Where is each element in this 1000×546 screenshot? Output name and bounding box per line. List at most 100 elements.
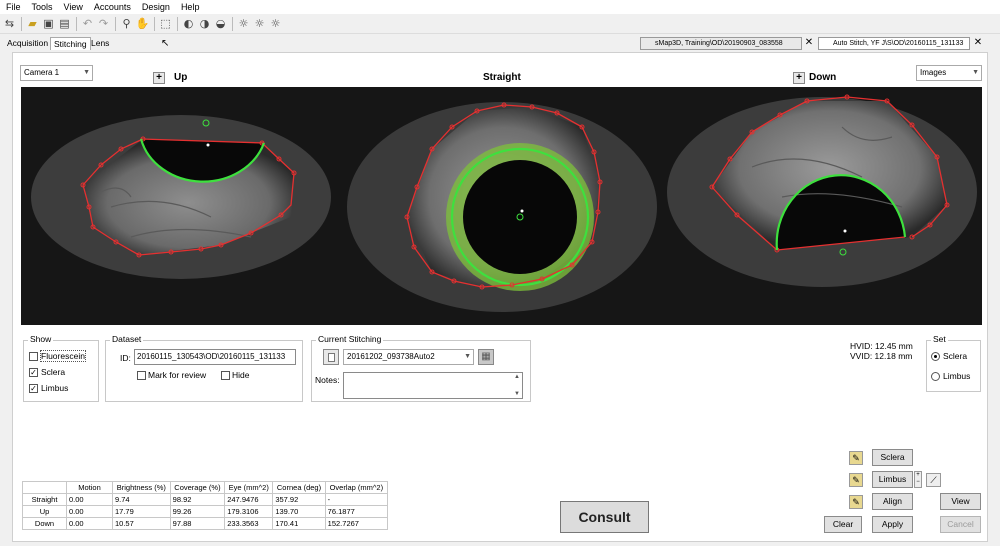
table-cell: 0.00	[66, 517, 113, 530]
import-icon[interactable]: ⇆	[2, 16, 17, 31]
tab-stitching[interactable]: Stitching	[50, 37, 91, 50]
set-sclera-radio[interactable]	[931, 352, 940, 361]
sclera-edit-icon[interactable]: ✎	[849, 451, 863, 465]
limbus-button[interactable]: Limbus	[872, 471, 913, 488]
table-cell: Straight	[22, 493, 67, 506]
mark-review-label: Mark for review	[148, 370, 207, 380]
select-region-icon[interactable]: ⬚	[158, 16, 173, 31]
set-group	[926, 340, 981, 392]
images-select[interactable]: Images ▼	[916, 65, 982, 81]
eye-image-up[interactable]	[21, 87, 342, 325]
plus-icon[interactable]: +	[916, 472, 920, 478]
table-cell: -	[324, 493, 389, 506]
contrast-icon[interactable]: ◐	[181, 16, 196, 31]
save-icon[interactable]: ▣	[41, 16, 56, 31]
redo-icon[interactable]: ↷	[96, 16, 111, 31]
expand-up-button[interactable]: +	[153, 72, 165, 84]
save-all-icon[interactable]: ▤	[57, 16, 72, 31]
current-stitching-title: Current Stitching	[316, 334, 384, 344]
close-icon[interactable]: ✕	[803, 37, 815, 49]
limbus-label: Limbus	[41, 383, 69, 393]
eye-image-down[interactable]	[662, 87, 982, 325]
zoom-icon[interactable]: ⚲	[119, 16, 134, 31]
view-label-up: Up	[174, 72, 188, 83]
brightness-down-icon[interactable]: ☼	[268, 16, 283, 31]
menu-file[interactable]: File	[6, 2, 21, 12]
scroll-down-icon[interactable]: ▼	[514, 391, 520, 397]
align-edit-icon[interactable]: ✎	[849, 495, 863, 509]
doc-tab-auto-stitch[interactable]: Auto Stitch, YF J\S\OD\20160115_131133	[818, 37, 970, 50]
dataset-id-field[interactable]: 20160115_130543\OD\20160115_131133	[134, 349, 296, 365]
notes-textarea[interactable]: ▲ ▼	[343, 372, 523, 399]
table-row[interactable]: Up 0.00 17.79 99.26 179.3106 139.70 76.1…	[22, 505, 389, 518]
stitching-settings-button[interactable]: ▦	[478, 349, 494, 365]
scroll-up-icon[interactable]: ▲	[514, 374, 520, 380]
eye-image-straight[interactable]	[342, 87, 662, 325]
limbus-edit-icon[interactable]: ✎	[849, 473, 863, 487]
align-button[interactable]: Align	[872, 493, 913, 510]
consult-button[interactable]: Consult	[560, 501, 649, 533]
table-cell: 0.00	[66, 505, 113, 518]
hide-checkbox[interactable]	[221, 371, 230, 380]
notes-label: Notes:	[315, 375, 340, 385]
sclera-button[interactable]: Sclera	[872, 449, 913, 466]
table-row[interactable]: Straight 0.00 9.74 98.92 247.9476 357.92…	[22, 493, 389, 506]
menu-view[interactable]: View	[64, 2, 83, 12]
table-cell: 247.9476	[224, 493, 274, 506]
stats-table: Motion Brightness (%) Coverage (%) Eye (…	[22, 481, 389, 530]
vvid-value: VVID: 12.18 mm	[850, 351, 913, 361]
stitching-file-button[interactable]	[323, 349, 339, 365]
view-button[interactable]: View	[940, 493, 981, 510]
table-cell: 76.1877	[324, 505, 389, 518]
tab-lens[interactable]: Lens	[88, 37, 112, 50]
table-cell: 0.00	[66, 493, 113, 506]
table-row[interactable]: Down 0.00 10.57 97.88 233.3563 170.41 15…	[22, 517, 389, 530]
limbus-stepper[interactable]: + −	[914, 471, 922, 488]
open-folder-icon[interactable]: ▰	[25, 16, 40, 31]
menu-help[interactable]: Help	[181, 2, 200, 12]
chevron-down-icon: ▼	[464, 353, 471, 360]
sclera-checkbox[interactable]: ✓	[29, 368, 38, 377]
expand-down-button[interactable]: +	[793, 72, 805, 84]
minus-icon[interactable]: −	[916, 479, 920, 485]
brightness-up-icon[interactable]: ☼	[252, 16, 267, 31]
apply-button[interactable]: Apply	[872, 516, 913, 533]
table-header-cell: Coverage (%)	[169, 481, 226, 494]
fluorescein-checkbox[interactable]	[29, 352, 38, 361]
doc-tab-training[interactable]: sMap3D, Training\OD\20190903_083558	[640, 37, 802, 50]
toolbar-separator	[232, 16, 233, 31]
fluorescein-label: Fluorescein	[40, 350, 86, 362]
brightness-icon[interactable]: ☼	[236, 16, 251, 31]
toolbar: ⇆ ▰ ▣ ▤ ↶ ↷ ⚲ ✋ ⬚ ◐ ◑ ◒ ☼ ☼ ☼	[0, 14, 1000, 34]
undo-icon[interactable]: ↶	[80, 16, 95, 31]
dataset-id-label: ID:	[120, 353, 131, 363]
menu-tools[interactable]: Tools	[32, 2, 53, 12]
cancel-button[interactable]: Cancel	[940, 516, 981, 533]
reflection	[520, 209, 524, 213]
contrast-up-icon[interactable]: ◑	[197, 16, 212, 31]
camera-select[interactable]: Camera 1 ▼	[20, 65, 93, 81]
pan-hand-icon[interactable]: ✋	[135, 16, 150, 31]
menu-accounts[interactable]: Accounts	[94, 2, 131, 12]
table-cell: 99.26	[169, 505, 226, 518]
view-label-straight: Straight	[483, 72, 521, 83]
table-cell: Up	[22, 505, 67, 518]
toolbar-separator	[21, 16, 22, 31]
table-cell: 139.70	[272, 505, 326, 518]
chevron-down-icon: ▼	[972, 69, 979, 76]
reflection	[206, 143, 210, 147]
mark-review-checkbox[interactable]	[137, 371, 146, 380]
set-sclera-label: Sclera	[943, 351, 968, 361]
menu-design[interactable]: Design	[142, 2, 170, 12]
camera-select-value: Camera 1	[24, 68, 60, 77]
tab-acquisition[interactable]: Acquisition	[4, 37, 51, 50]
close-icon[interactable]: ✕	[972, 37, 984, 49]
table-cell: 9.74	[112, 493, 171, 506]
set-limbus-radio[interactable]	[931, 372, 940, 381]
clear-button[interactable]: Clear	[824, 516, 862, 533]
contrast-down-icon[interactable]: ◒	[213, 16, 228, 31]
stitching-select[interactable]: 20161202_093738Auto2 ▼	[343, 349, 474, 365]
limbus-tool-icon[interactable]: ⟋	[926, 473, 941, 487]
toolbar-separator	[177, 16, 178, 31]
limbus-checkbox[interactable]: ✓	[29, 384, 38, 393]
